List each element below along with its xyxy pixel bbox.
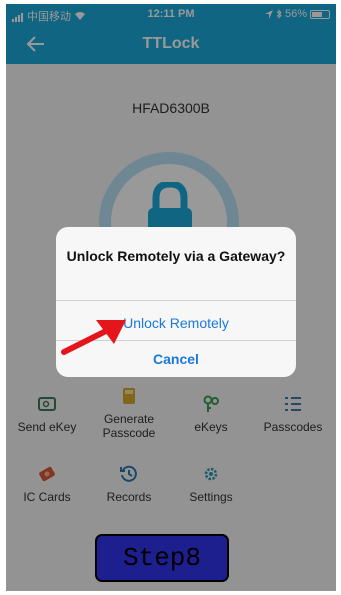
phone-screenshot: 中国移动 12:11 PM 56% TTLock HFAD6300B Send … (6, 4, 336, 591)
red-annotation-arrow-icon (61, 320, 126, 355)
alert-message: Unlock Remotely via a Gateway? (66, 248, 286, 264)
step-badge: Step8 (95, 534, 229, 582)
divider (56, 300, 296, 301)
